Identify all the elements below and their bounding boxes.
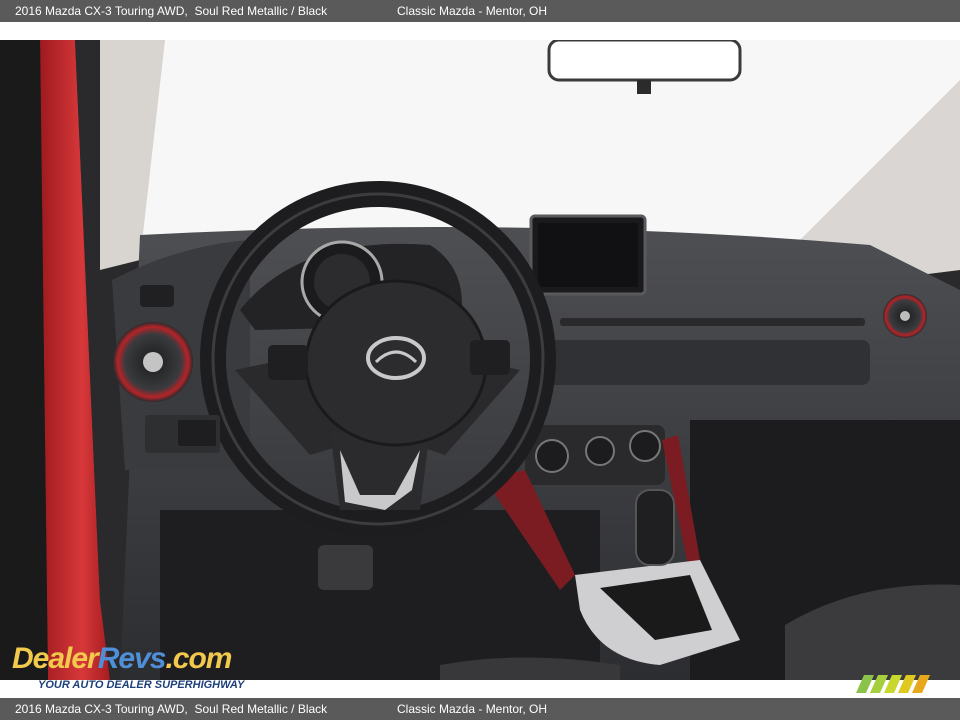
dealerrevs-logo: DealerRevs.com	[12, 642, 232, 675]
door-edge-dark	[0, 40, 48, 680]
caption-dealer: Classic Mazda - Mentor, OH	[397, 4, 548, 18]
climate-knob-middle	[585, 436, 615, 466]
caption-vehicle-and-color-bottom: 2016 Mazda CX-3 Touring AWD, Soul Red Me…	[15, 702, 328, 716]
mirror-stem	[637, 80, 651, 94]
caption-bar-top: 2016 Mazda CX-3 Touring AWD, Soul Red Me…	[0, 0, 960, 22]
gear-shifter	[635, 489, 675, 566]
climate-knob-left	[535, 439, 569, 473]
wheel-buttons-right	[470, 340, 510, 375]
dash-trim	[560, 318, 865, 326]
brand-stripes-logo	[856, 675, 930, 693]
rearview-mirror	[547, 40, 742, 82]
caption-dealer-bottom: Classic Mazda - Mentor, OH	[397, 702, 548, 716]
center-dash-lower	[540, 340, 870, 385]
climate-knob-right	[629, 430, 661, 462]
interior-photo	[0, 40, 960, 680]
wheel-buttons-left	[268, 345, 308, 380]
steering-wheel-hub	[304, 279, 488, 447]
dealerrevs-tagline: YOUR AUTO DEALER SUPERHIGHWAY	[38, 679, 245, 691]
caption-vehicle-and-color: 2016 Mazda CX-3 Touring AWD, Soul Red Me…	[15, 4, 328, 18]
dashboard-illustration	[0, 40, 960, 680]
brake-pedal	[318, 545, 373, 590]
vent-grille-left	[140, 285, 174, 307]
dealerrevs-watermark: DealerRevs.com YOUR AUTO DEALER SUPERHIG…	[10, 622, 270, 694]
caption-bar-bottom: 2016 Mazda CX-3 Touring AWD, Soul Red Me…	[0, 698, 960, 720]
